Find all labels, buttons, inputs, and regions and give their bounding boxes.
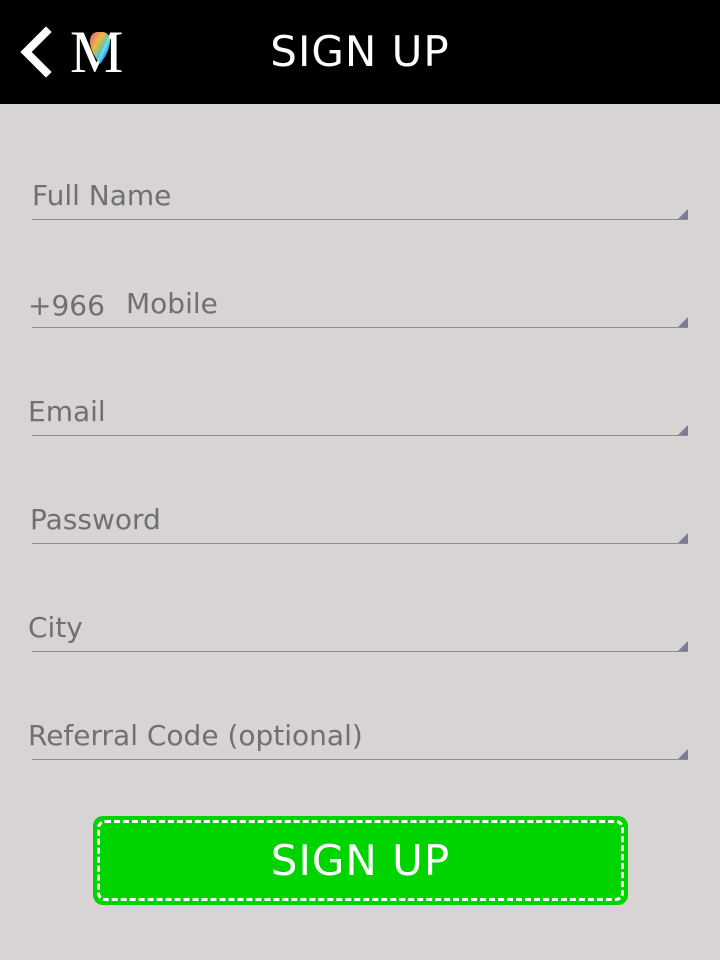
city-field[interactable]: City <box>28 596 688 652</box>
password-placeholder: Password <box>30 503 161 536</box>
field-corner-mark <box>678 209 688 219</box>
country-code-prefix: +966 <box>28 289 105 322</box>
field-corner-mark <box>678 641 688 651</box>
field-corner-mark <box>678 425 688 435</box>
full-name-field[interactable]: Full Name <box>28 164 688 220</box>
referral-code-field[interactable]: Referral Code (optional) <box>28 704 688 760</box>
mobile-placeholder: Mobile <box>126 287 218 320</box>
app-logo: M <box>70 20 123 80</box>
password-field[interactable]: Password <box>28 488 688 544</box>
full-name-placeholder: Full Name <box>32 179 172 212</box>
sign-up-button-label: SIGN UP <box>270 836 451 885</box>
field-underline <box>32 327 688 328</box>
field-underline <box>32 435 688 436</box>
email-field[interactable]: Email <box>28 380 688 436</box>
mobile-field[interactable]: +966 Mobile <box>28 272 688 328</box>
field-corner-mark <box>678 533 688 543</box>
field-corner-mark <box>678 749 688 759</box>
email-placeholder: Email <box>28 395 106 428</box>
top-bar: M SIGN UP <box>0 0 720 104</box>
field-underline <box>32 543 688 544</box>
referral-code-placeholder: Referral Code (optional) <box>28 719 363 752</box>
field-corner-mark <box>678 317 688 327</box>
sign-up-button[interactable]: SIGN UP <box>93 816 628 905</box>
back-chevron-icon[interactable] <box>14 24 58 80</box>
city-placeholder: City <box>28 611 83 644</box>
field-underline <box>32 759 688 760</box>
field-underline <box>32 651 688 652</box>
field-underline <box>32 219 688 220</box>
